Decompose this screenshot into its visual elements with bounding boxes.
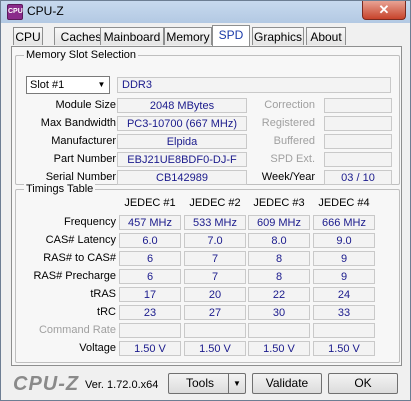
validate-button[interactable]: Validate [252,373,322,394]
timing-cell [184,323,246,338]
part-number-value: EBJ21UE8BDF0-DJ-F [117,152,247,167]
tab-graphics[interactable]: Graphics [252,27,304,45]
timing-cell: 22 [248,287,310,302]
cpuz-window: CPU CPU-Z ✕ CPU Caches Mainboard Memory … [0,0,411,401]
spd-panel: Memory Slot Selection Slot #1 ▼ DDR3 Mod… [11,46,402,366]
buffered-label: Buffered [273,135,315,147]
week-year-label: Week/Year [261,171,315,183]
memory-slot-group: Memory Slot Selection Slot #1 ▼ DDR3 Mod… [15,49,400,185]
serial-number-value: CB142989 [117,170,247,185]
slot-select-value: Slot #1 [30,79,65,91]
timing-cell: 609 MHz [248,215,310,230]
timing-cell: 1.50 V [313,341,375,356]
timing-cell: 1.50 V [184,341,246,356]
timings-group-label: Timings Table [24,183,96,195]
tab-memory[interactable]: Memory [164,27,212,45]
timing-cell: 8 [248,251,310,266]
timing-cell: 666 MHz [313,215,375,230]
timing-cell: 457 MHz [119,215,181,230]
spd-ext-label: SPD Ext. [270,153,315,165]
timing-cell [119,323,181,338]
timing-row-label: Voltage [79,342,116,354]
ok-button[interactable]: OK [328,373,398,394]
timings-column-header: JEDEC #2 [189,197,241,209]
memory-slot-group-label: Memory Slot Selection [24,49,139,61]
max-bandwidth-value: PC3-10700 (667 MHz) [117,116,247,131]
timing-cell [313,323,375,338]
timing-cell [248,323,310,338]
timing-cell: 9 [313,269,375,284]
tab-about[interactable]: About [306,27,346,45]
tools-button[interactable]: Tools ▼ [168,373,246,394]
timing-cell: 6.0 [119,233,181,248]
timings-group: Timings Table JEDEC #1 JEDEC #2 JEDEC #3 JE… [15,183,400,363]
part-number-label: Part Number [53,153,116,165]
timing-cell: 6 [119,269,181,284]
timing-row-label: Command Rate [38,324,116,336]
slot-select[interactable]: Slot #1 ▼ [26,76,110,94]
registered-value [324,116,392,131]
max-bandwidth-label: Max Bandwidth [40,117,116,129]
timings-column-header: JEDEC #3 [253,197,305,209]
registered-label: Registered [261,117,315,129]
correction-label: Correction [264,99,315,111]
manufacturer-value: Elpida [117,134,247,149]
title-bar[interactable]: CPU CPU-Z ✕ [1,1,410,23]
timing-cell: 20 [184,287,246,302]
spd-ext-value [324,152,392,167]
timing-cell: 30 [248,305,310,320]
version-text: Ver. 1.72.0.x64 [85,379,159,391]
timing-cell: 7.0 [184,233,246,248]
timing-cell: 33 [313,305,375,320]
timing-row-label: Frequency [64,216,116,228]
timing-row-label: tRAS [90,288,116,300]
cpuz-logo: CPU-Z [13,373,80,395]
timing-cell: 1.50 V [119,341,181,356]
tools-button-label: Tools [185,376,214,390]
timing-row-label: RAS# Precharge [33,270,116,282]
timing-cell: 7 [184,269,246,284]
window-title: CPU-Z [27,4,64,18]
timing-cell: 7 [184,251,246,266]
timings-column-header: JEDEC #4 [318,197,370,209]
tab-cpu[interactable]: CPU [13,27,43,45]
serial-number-label: Serial Number [45,171,116,183]
manufacturer-label: Manufacturer [51,135,116,147]
tab-spd[interactable]: SPD [212,25,250,46]
timing-cell: 8 [248,269,310,284]
chevron-down-icon[interactable]: ▼ [94,77,109,93]
timing-row-label: CAS# Latency [45,234,116,246]
cpuz-app-icon: CPU [7,4,23,20]
timing-cell: 1.50 V [248,341,310,356]
module-size-value: 2048 MBytes [117,98,247,113]
timing-cell: 9.0 [313,233,375,248]
memory-type-value: DDR3 [117,77,391,93]
timings-column-header: JEDEC #1 [124,197,176,209]
timing-cell: 8.0 [248,233,310,248]
timing-cell: 27 [184,305,246,320]
timing-row-label: tRC [97,306,116,318]
close-button[interactable]: ✕ [362,1,406,20]
tab-bar: CPU Caches Mainboard Memory SPD Graphics… [11,25,403,47]
timing-cell: 533 MHz [184,215,246,230]
correction-value [324,98,392,113]
module-size-label: Module Size [55,99,116,111]
timing-cell: 6 [119,251,181,266]
timing-cell: 23 [119,305,181,320]
buffered-value [324,134,392,149]
timing-cell: 17 [119,287,181,302]
tab-mainboard[interactable]: Mainboard [100,27,164,45]
timing-cell: 9 [313,251,375,266]
timing-cell: 24 [313,287,375,302]
timing-row-label: RAS# to CAS# [43,252,116,264]
chevron-down-icon[interactable]: ▼ [228,374,245,393]
week-year-value: 03 / 10 [324,170,392,185]
